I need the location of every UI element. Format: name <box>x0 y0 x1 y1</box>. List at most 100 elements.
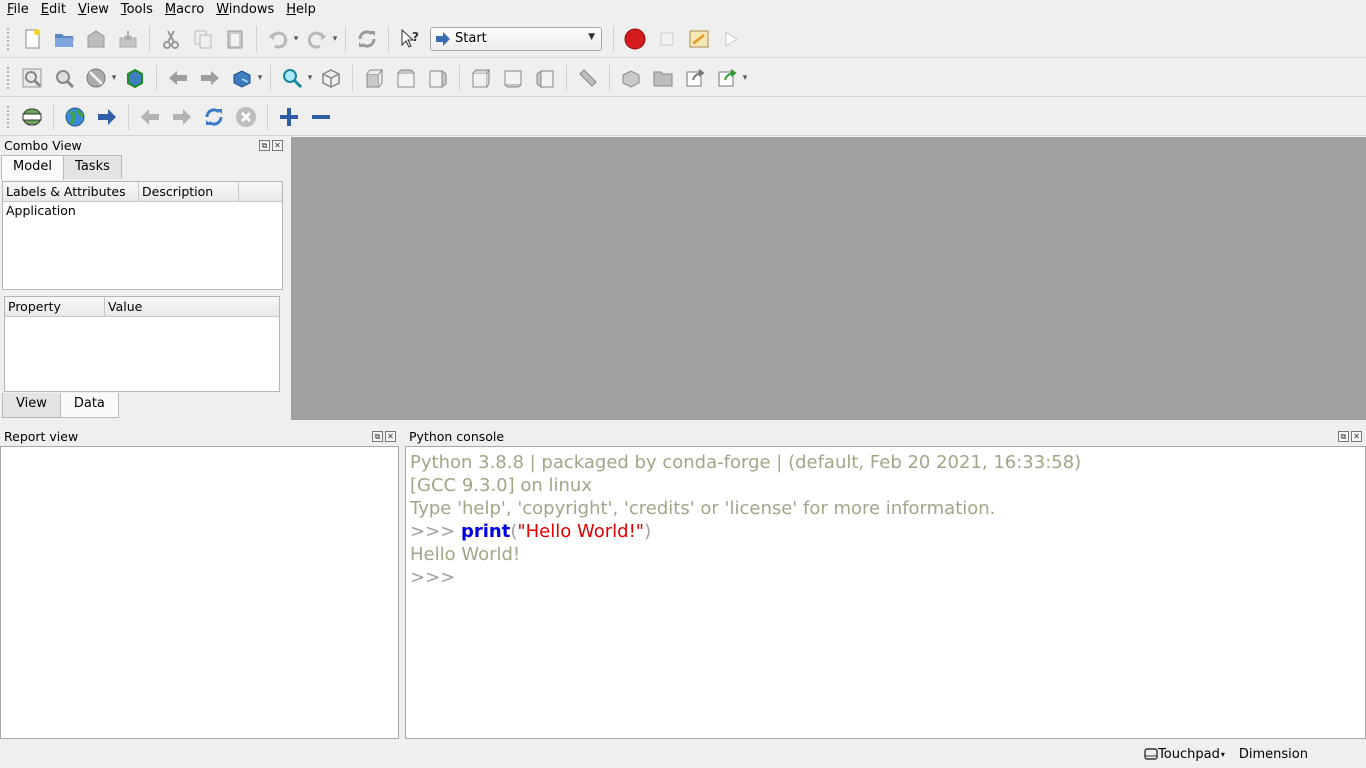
separator <box>149 25 150 52</box>
tree-header: Labels & Attributes Description <box>3 182 282 202</box>
std-views-button[interactable] <box>228 64 256 92</box>
open-button[interactable] <box>50 25 78 53</box>
separator <box>270 64 271 91</box>
bottom-view-button[interactable] <box>499 64 527 92</box>
zoom-dropdown[interactable]: ▾ <box>305 64 315 92</box>
paste-button[interactable] <box>221 25 249 53</box>
separator <box>345 25 346 52</box>
console-command-line: >>> print("Hello World!") <box>410 520 1365 543</box>
zoom-button[interactable] <box>278 64 306 92</box>
create-part-button[interactable] <box>617 64 645 92</box>
link-actions-button[interactable] <box>713 64 741 92</box>
web-zoom-out-button[interactable] <box>307 103 335 131</box>
web-forward-button[interactable] <box>168 103 196 131</box>
fit-selection-button[interactable] <box>50 64 78 92</box>
redo-button[interactable] <box>303 25 331 53</box>
web-home-button[interactable] <box>18 103 46 131</box>
draw-style-dropdown[interactable]: ▾ <box>109 64 119 92</box>
navigation-style-selector[interactable]: Touchpad ▾ <box>1144 747 1225 762</box>
left-view-button[interactable] <box>531 64 559 92</box>
tree-header-description[interactable]: Description <box>139 182 239 201</box>
measure-distance-button[interactable] <box>574 64 602 92</box>
toolbar-grip[interactable] <box>6 26 10 51</box>
back-view-button[interactable] <box>164 64 192 92</box>
copy-button[interactable] <box>189 25 217 53</box>
float-panel-button[interactable]: ⧉ <box>259 140 270 151</box>
save-button[interactable] <box>82 25 110 53</box>
menu-macro[interactable]: Macro <box>160 0 209 20</box>
units-label[interactable]: Dimension <box>1239 747 1308 762</box>
undo-dropdown[interactable]: ▾ <box>291 25 301 53</box>
std-views-dropdown[interactable]: ▾ <box>255 64 265 92</box>
forward-view-button[interactable] <box>196 64 224 92</box>
rear-view-button[interactable] <box>467 64 495 92</box>
menu-view[interactable]: View <box>73 0 114 20</box>
report-view-output[interactable] <box>0 446 399 739</box>
bounding-box-icon <box>127 68 143 88</box>
close-panel-button[interactable]: ✕ <box>385 431 396 442</box>
web-home-icon <box>22 108 42 125</box>
menu-edit[interactable]: Edit <box>36 0 71 20</box>
python-console-area[interactable]: Python 3.8.8 | packaged by conda-forge |… <box>405 446 1366 739</box>
top-view-button[interactable] <box>392 64 420 92</box>
link-actions-icon <box>718 68 737 86</box>
tab-model[interactable]: Model <box>1 155 65 180</box>
console-string: "Hello World!" <box>517 521 645 542</box>
draw-style-button[interactable] <box>82 64 110 92</box>
toolbar-grip[interactable] <box>6 65 10 90</box>
macro-run-button[interactable] <box>717 25 745 53</box>
model-tree[interactable]: Labels & Attributes Description Applicat… <box>2 181 283 290</box>
undo-button[interactable] <box>264 25 292 53</box>
console-input-prompt[interactable]: >>> <box>410 566 1365 589</box>
console-paren: ) <box>644 521 652 542</box>
open-website-button[interactable] <box>61 103 89 131</box>
touchpad-icon <box>1144 748 1158 760</box>
property-header: Property Value <box>5 297 279 317</box>
toolbar-grip[interactable] <box>6 104 10 129</box>
isometric-view-button[interactable] <box>317 64 345 92</box>
menu-windows[interactable]: Windows <box>211 0 279 20</box>
macro-stop-button[interactable] <box>653 25 681 53</box>
right-view-button[interactable] <box>424 64 452 92</box>
macro-record-button[interactable] <box>621 25 649 53</box>
new-document-button[interactable] <box>18 25 46 53</box>
separator <box>128 103 129 130</box>
link-button[interactable] <box>681 64 709 92</box>
tab-data[interactable]: Data <box>59 393 119 418</box>
macro-edit-button[interactable] <box>685 25 713 53</box>
web-go-button[interactable] <box>93 103 121 131</box>
refresh-button[interactable] <box>353 25 381 53</box>
property-header-property[interactable]: Property <box>5 297 105 316</box>
tree-header-labels[interactable]: Labels & Attributes <box>3 182 139 201</box>
create-group-button[interactable] <box>649 64 677 92</box>
menu-file[interactable]: File <box>2 0 34 20</box>
workbench-selector[interactable]: Start ▼ <box>430 26 602 51</box>
web-refresh-button[interactable] <box>200 103 228 131</box>
float-panel-button[interactable]: ⧉ <box>1338 431 1349 442</box>
combo-tabs: Model Tasks <box>0 155 287 180</box>
save-as-button[interactable] <box>114 25 142 53</box>
tree-item-application[interactable]: Application <box>3 202 282 220</box>
whats-this-button[interactable]: ? <box>396 25 424 53</box>
link-actions-dropdown[interactable]: ▾ <box>740 64 750 92</box>
web-toolbar <box>0 98 1366 136</box>
bounding-box-button[interactable] <box>121 64 149 92</box>
mdi-area[interactable] <box>291 137 1366 420</box>
cut-button[interactable] <box>157 25 185 53</box>
property-header-value[interactable]: Value <box>105 297 279 316</box>
redo-dropdown[interactable]: ▾ <box>330 25 340 53</box>
close-panel-button[interactable]: ✕ <box>272 140 283 151</box>
web-back-button[interactable] <box>136 103 164 131</box>
tab-view[interactable]: View <box>2 393 61 418</box>
menu-tools[interactable]: Tools <box>116 0 158 20</box>
menu-help[interactable]: Help <box>281 0 321 20</box>
tab-tasks[interactable]: Tasks <box>63 155 122 179</box>
front-view-button[interactable] <box>360 64 388 92</box>
close-panel-button[interactable]: ✕ <box>1351 431 1362 442</box>
float-panel-button[interactable]: ⧉ <box>372 431 383 442</box>
web-stop-button[interactable] <box>232 103 260 131</box>
property-editor[interactable]: Property Value <box>4 296 280 392</box>
web-zoom-in-button[interactable] <box>275 103 303 131</box>
fit-all-button[interactable] <box>18 64 46 92</box>
link-icon <box>686 68 705 86</box>
